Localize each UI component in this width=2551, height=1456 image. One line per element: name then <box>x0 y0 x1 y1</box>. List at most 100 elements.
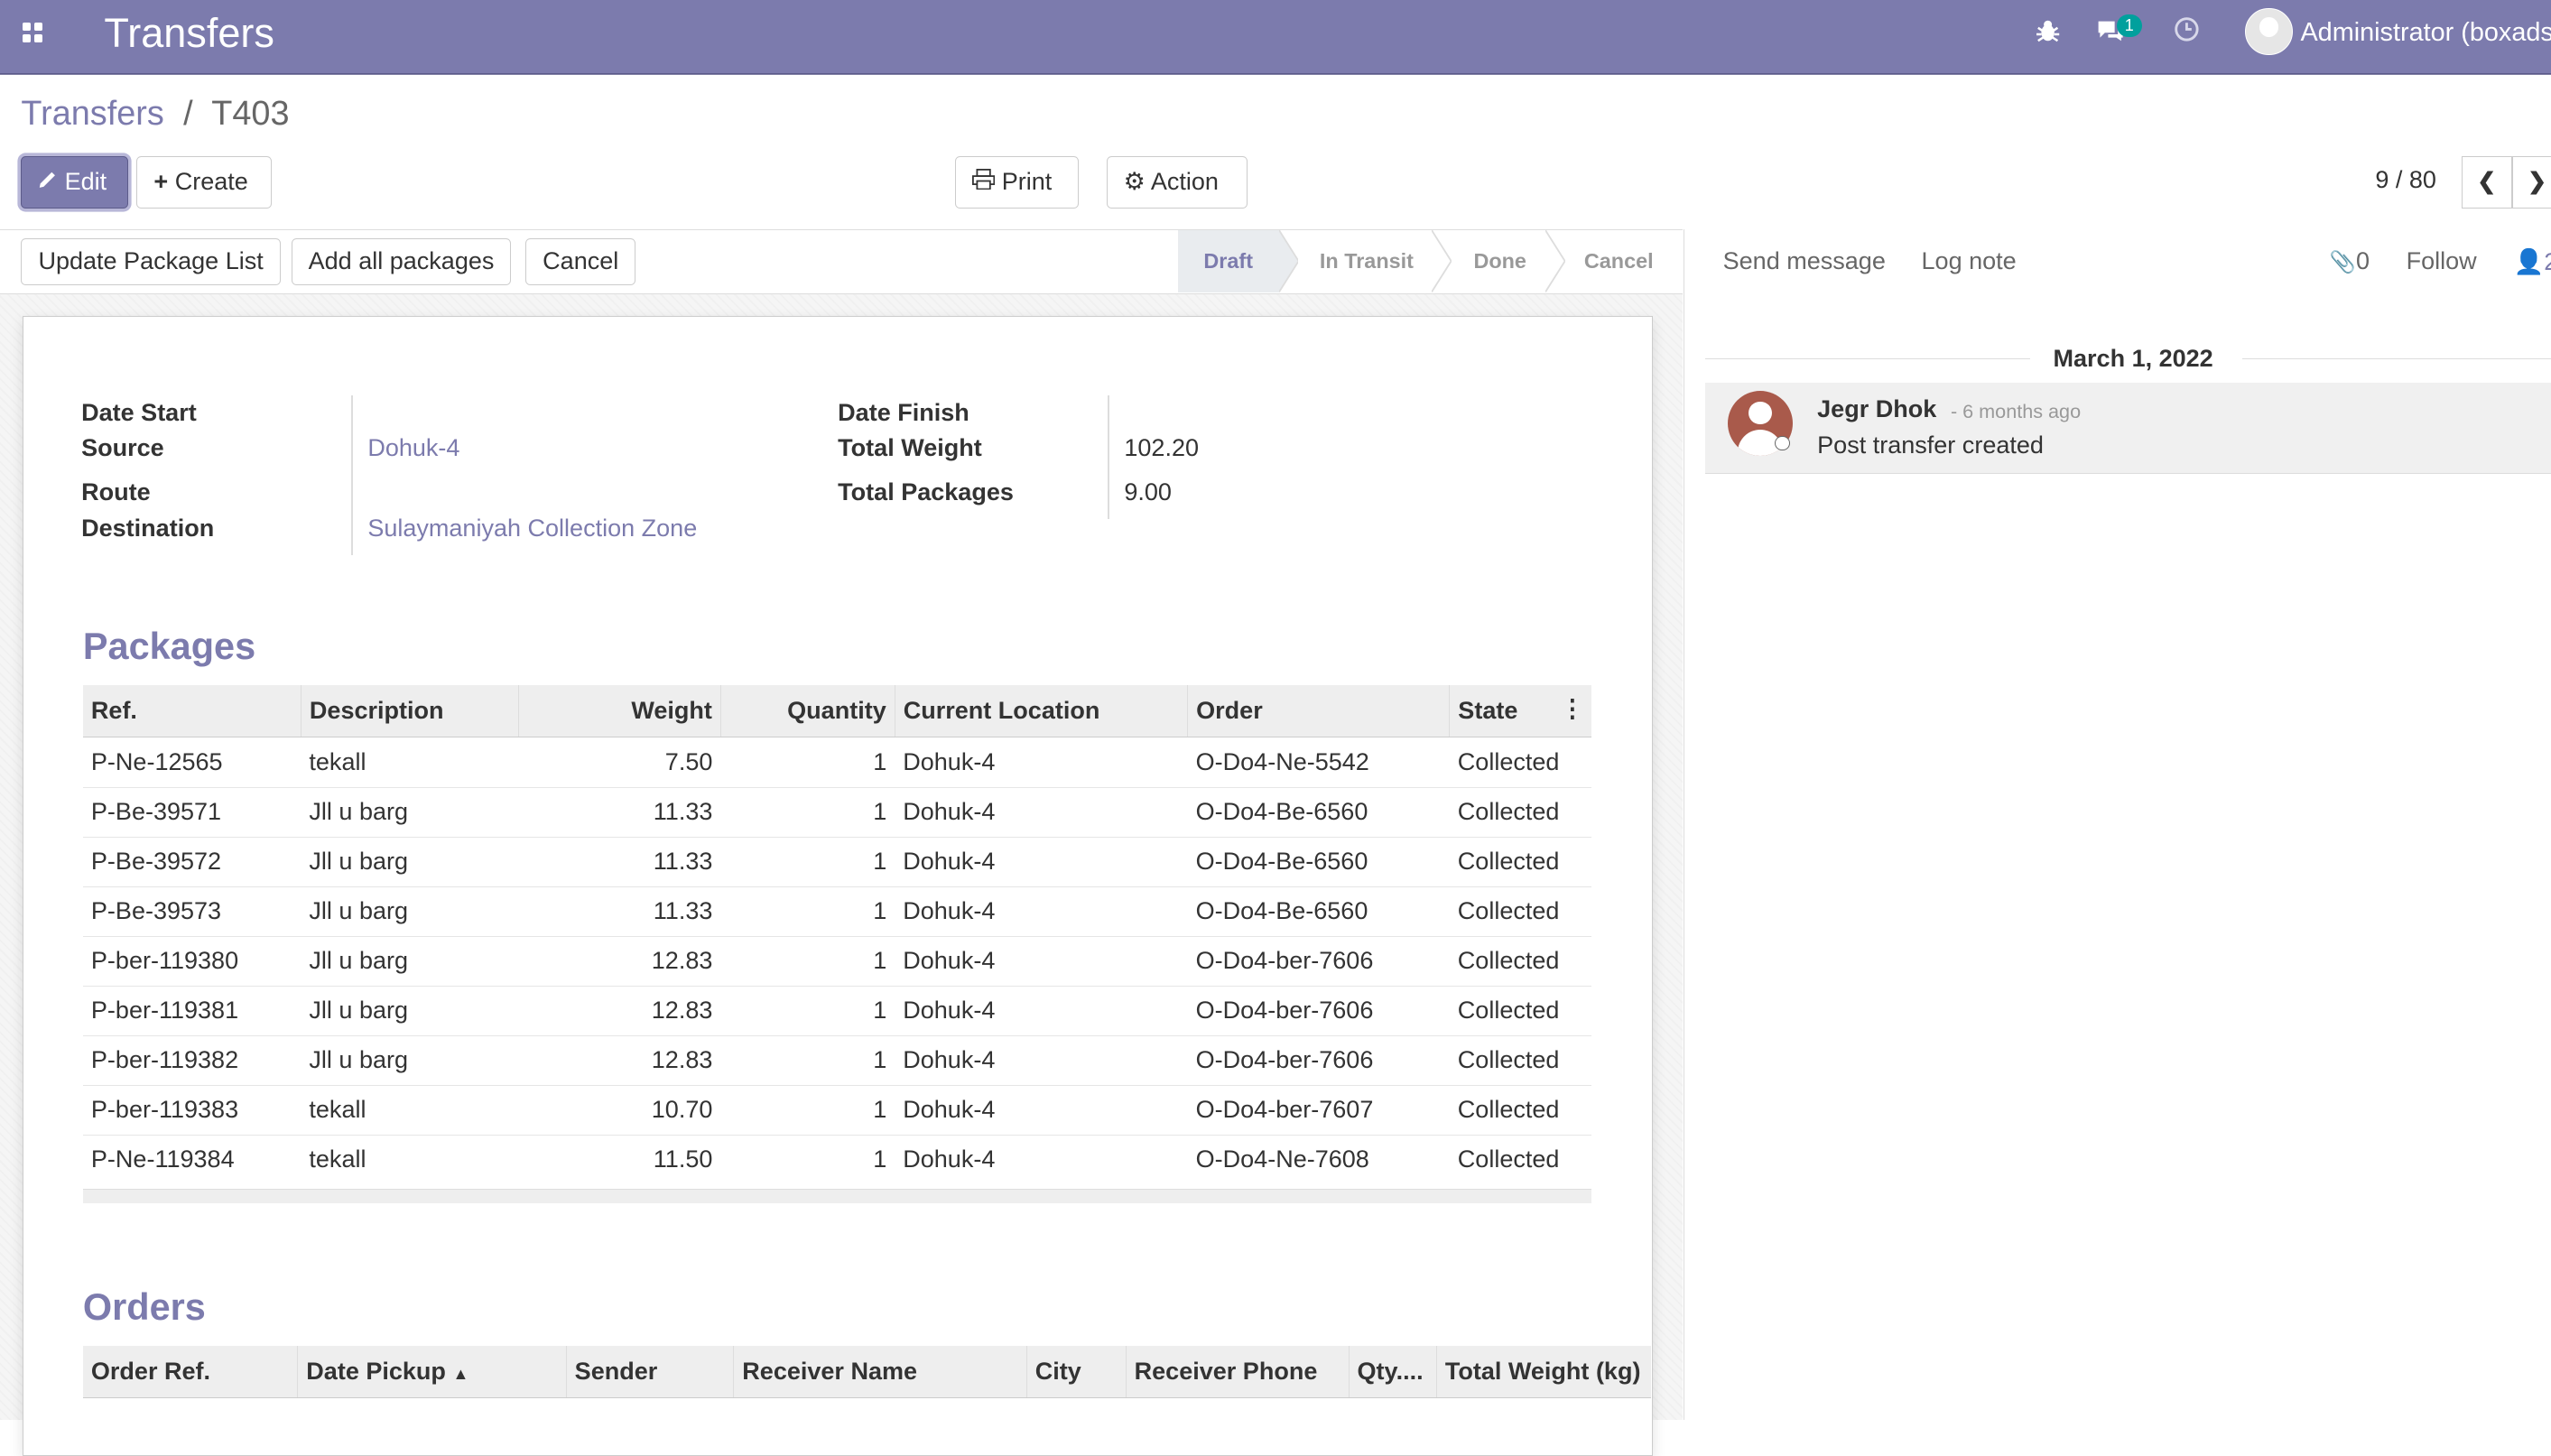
table-row[interactable]: P-Ne-119384 tekall 11.50 1 Dohuk-4 O-Do4… <box>82 1134 1591 1184</box>
stage-in-transit[interactable]: In Transit <box>1298 230 1434 292</box>
activity-clock-icon[interactable] <box>2174 16 2200 50</box>
create-button[interactable]: + Create <box>136 156 272 209</box>
cell-description: Jll u barg <box>301 935 519 987</box>
top-navbar: Transfers 1 Administrator (boxads <box>0 0 2551 74</box>
column-header-total-weight[interactable]: Total Weight (kg) <box>1436 1345 1652 1399</box>
cell-ref: P-Be-39573 <box>82 886 301 937</box>
stage-separator <box>1545 230 1565 292</box>
send-message-button[interactable]: Send message <box>1723 247 1886 275</box>
debug-bug-icon[interactable] <box>2036 18 2060 51</box>
column-header-date-pickup-label: Date Pickup <box>306 1357 446 1385</box>
cell-weight: 10.70 <box>518 1084 721 1136</box>
cell-description: Jll u barg <box>301 1034 519 1086</box>
message-body: Post transfer created <box>1817 431 2044 459</box>
cell-description: tekall <box>301 1084 519 1136</box>
cell-description: Jll u barg <box>301 886 519 937</box>
column-header-order[interactable]: Order <box>1187 684 1451 738</box>
cell-state: Collected <box>1449 836 1591 887</box>
source-label: Source <box>81 434 164 462</box>
table-row[interactable]: P-Be-39573 Jll u barg 11.33 1 Dohuk-4 O-… <box>82 886 1591 937</box>
edit-button[interactable]: Edit <box>21 156 129 209</box>
source-value-link[interactable]: Dohuk-4 <box>367 434 459 462</box>
table-row[interactable]: P-Ne-12565 tekall 7.50 1 Dohuk-4 O-Do4-N… <box>82 737 1591 787</box>
optional-columns-toggle-icon[interactable]: ⋮ <box>1560 695 1584 723</box>
cell-quantity: 1 <box>720 1084 895 1136</box>
cell-order: O-Do4-Ne-5542 <box>1187 737 1450 787</box>
cell-order: O-Do4-Be-6560 <box>1187 786 1450 838</box>
cell-state: Collected <box>1449 737 1591 787</box>
column-header-date-pickup[interactable]: Date Pickup ▲ <box>297 1345 567 1399</box>
attachments-button[interactable]: 📎0 <box>2330 247 2370 275</box>
log-note-button[interactable]: Log note <box>1922 247 2017 275</box>
column-header-state[interactable]: State ⋮ <box>1449 684 1591 738</box>
create-button-label: Create <box>174 168 248 196</box>
follow-button[interactable]: Follow <box>2407 247 2477 275</box>
cell-state: Collected <box>1449 886 1591 937</box>
cancel-button[interactable]: Cancel <box>525 238 636 286</box>
packages-table: Ref. Description Weight Quantity Current… <box>82 684 1591 1184</box>
update-package-list-button[interactable]: Update Package List <box>21 238 281 286</box>
breadcrumb-current: T403 <box>211 94 290 133</box>
action-button[interactable]: ⚙ Action <box>1106 156 1248 209</box>
column-header-receiver-phone[interactable]: Receiver Phone <box>1126 1345 1350 1399</box>
pager-next-button[interactable]: ❯ <box>2511 156 2551 209</box>
user-avatar[interactable] <box>2245 8 2293 56</box>
column-header-sender[interactable]: Sender <box>566 1345 735 1399</box>
user-menu[interactable]: Administrator (boxads <box>2300 18 2551 48</box>
followers-button[interactable]: 👤2 <box>2514 247 2551 276</box>
cell-quantity: 1 <box>720 836 895 887</box>
cell-description: tekall <box>301 737 519 787</box>
stage-cancel[interactable]: Cancel <box>1565 230 1673 292</box>
table-row[interactable]: P-ber-119380 Jll u barg 12.83 1 Dohuk-4 … <box>82 935 1591 987</box>
destination-label: Destination <box>81 514 215 542</box>
add-all-packages-button[interactable]: Add all packages <box>291 238 512 286</box>
apps-menu-icon[interactable] <box>23 23 45 45</box>
table-row[interactable]: P-ber-119383 tekall 10.70 1 Dohuk-4 O-Do… <box>82 1084 1591 1136</box>
breadcrumb: Transfers / T403 <box>21 95 289 134</box>
print-button-label: Print <box>1001 168 1053 196</box>
orders-section-title: Orders <box>82 1284 206 1328</box>
stage-done[interactable]: Done <box>1452 230 1549 292</box>
table-row[interactable]: P-Be-39571 Jll u barg 11.33 1 Dohuk-4 O-… <box>82 786 1591 838</box>
packages-header-row: Ref. Description Weight Quantity Current… <box>82 684 1591 738</box>
cell-current-location: Dohuk-4 <box>895 786 1188 838</box>
total-packages-label: Total Packages <box>838 478 1014 505</box>
plus-icon: + <box>153 168 169 196</box>
chevron-left-icon: ❮ <box>2477 169 2497 195</box>
table-row[interactable]: P-ber-119381 Jll u barg 12.83 1 Dohuk-4 … <box>82 985 1591 1036</box>
column-header-description[interactable]: Description <box>301 684 520 738</box>
cell-weight: 12.83 <box>518 935 721 987</box>
print-button[interactable]: Print <box>954 156 1079 209</box>
gear-icon: ⚙ <box>1123 168 1146 196</box>
column-header-weight[interactable]: Weight <box>518 684 721 738</box>
column-header-order-ref[interactable]: Order Ref. <box>82 1345 299 1399</box>
column-header-quantity[interactable]: Quantity <box>720 684 895 738</box>
packages-section-title: Packages <box>82 625 256 668</box>
cell-ref: P-Be-39572 <box>82 836 301 887</box>
paperclip-icon: 📎 <box>2329 249 2357 274</box>
stage-draft[interactable]: Draft <box>1177 230 1279 292</box>
table-row[interactable]: P-ber-119382 Jll u barg 12.83 1 Dohuk-4 … <box>82 1034 1591 1086</box>
user-icon: 👤 <box>2513 247 2545 275</box>
printer-icon <box>971 168 996 190</box>
message-author[interactable]: Jegr Dhok <box>1817 395 1936 423</box>
table-row[interactable]: P-Be-39572 Jll u barg 11.33 1 Dohuk-4 O-… <box>82 836 1591 887</box>
cell-description: Jll u barg <box>301 836 519 887</box>
breadcrumb-parent-link[interactable]: Transfers <box>21 95 163 133</box>
column-header-city[interactable]: City <box>1026 1345 1127 1399</box>
pager-value: 9 / 80 <box>2375 165 2436 193</box>
message-count-badge: 1 <box>2116 14 2142 38</box>
cell-current-location: Dohuk-4 <box>895 1034 1188 1086</box>
column-header-qty[interactable]: Qty.... <box>1349 1345 1437 1399</box>
column-header-current-location[interactable]: Current Location <box>895 684 1189 738</box>
cell-state: Collected <box>1449 1134 1591 1184</box>
column-header-ref[interactable]: Ref. <box>82 684 301 738</box>
orders-table: Order Ref. Date Pickup ▲ Sender Receiver… <box>82 1345 1652 1399</box>
cell-ref: P-ber-119381 <box>82 985 301 1036</box>
chevron-right-icon: ❯ <box>2528 169 2547 195</box>
pager-previous-button[interactable]: ❮ <box>2461 156 2512 209</box>
cell-order: O-Do4-ber-7607 <box>1187 1084 1450 1136</box>
presence-status-icon <box>1775 436 1790 451</box>
column-header-receiver-name[interactable]: Receiver Name <box>733 1345 1027 1399</box>
destination-value-link[interactable]: Sulaymaniyah Collection Zone <box>367 515 697 543</box>
